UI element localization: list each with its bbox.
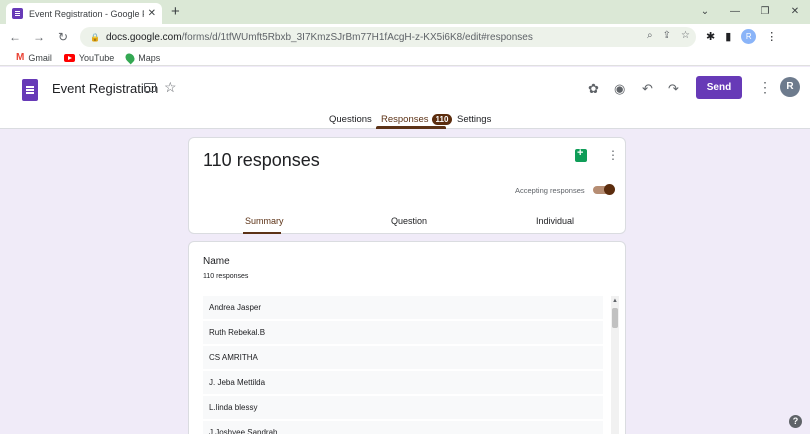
gmail-icon: M: [16, 52, 25, 63]
list-item: J. Jeba Mettilda: [203, 371, 603, 394]
list-item: Ruth Rebekal.B: [203, 321, 603, 344]
question-response-count: 110 responses: [203, 273, 249, 280]
sheets-link-icon[interactable]: [575, 147, 587, 162]
responses-heading: 110 responses: [203, 150, 320, 170]
bookmark-label: Gmail: [28, 52, 52, 63]
subtab-active-indicator: [243, 232, 281, 234]
bookmark-label: Maps: [138, 52, 161, 63]
share-icon[interactable]: ⇪: [663, 30, 671, 41]
forward-icon[interactable]: →: [30, 30, 48, 44]
scroll-thumb[interactable]: [612, 308, 618, 328]
forms-logo-icon[interactable]: [22, 79, 38, 101]
redo-icon[interactable]: ↷: [668, 81, 679, 97]
subtab-question[interactable]: Question: [391, 216, 427, 226]
browser-tab[interactable]: Event Registration - Google Form ✕: [6, 3, 162, 24]
accepting-responses-toggle[interactable]: [593, 184, 615, 195]
forms-header: Event Registration ☆ ✿ ◉ ↶ ↷ Send ⋮ R Qu…: [0, 67, 810, 129]
toggle-knob: [604, 184, 615, 195]
browser-menu-icon[interactable]: ⋮: [766, 30, 777, 43]
bookmark-gmail[interactable]: M Gmail: [16, 52, 52, 63]
tab-title: Event Registration - Google Form: [29, 8, 144, 19]
response-list: Andrea Jasper Ruth Rebekal.B CS AMRITHA …: [203, 296, 603, 434]
window-controls: ⌄ — ❐ ✕: [690, 0, 810, 24]
undo-icon[interactable]: ↶: [642, 81, 653, 97]
youtube-icon: [63, 53, 75, 62]
tab-close-icon[interactable]: ✕: [148, 8, 156, 19]
list-item: CS AMRITHA: [203, 346, 603, 369]
list-item: Andrea Jasper: [203, 296, 603, 319]
form-title[interactable]: Event Registration: [52, 81, 158, 96]
url-path: /forms/d/1tfWUmft5Rbxb_3I7KmzSJrBm77H1fA…: [181, 31, 533, 43]
lock-icon: 🔒: [90, 32, 100, 42]
accepting-responses-label: Accepting responses: [515, 186, 585, 195]
tab-questions[interactable]: Questions: [329, 114, 372, 125]
restore-icon[interactable]: ❐: [750, 0, 780, 24]
scroll-up-icon[interactable]: ▲: [612, 298, 618, 304]
bookmark-label: YouTube: [78, 52, 115, 63]
url-text: docs.google.com/forms/d/1tfWUmft5Rbxb_3I…: [106, 32, 533, 43]
active-tab-indicator: [376, 126, 446, 129]
question-title: Name: [203, 256, 230, 267]
tab-search-icon[interactable]: ⌄: [690, 0, 720, 24]
close-window-icon[interactable]: ✕: [780, 0, 810, 24]
help-icon[interactable]: ?: [789, 415, 802, 428]
minimize-icon[interactable]: —: [720, 0, 750, 24]
new-tab-icon[interactable]: +: [171, 3, 180, 20]
browser-tab-bar: Event Registration - Google Form ✕ + ⌄ —…: [0, 0, 810, 24]
side-panel-icon[interactable]: ▮: [725, 30, 731, 43]
bookmark-youtube[interactable]: YouTube: [63, 52, 115, 63]
browser-profile-avatar[interactable]: R: [741, 29, 757, 44]
send-button[interactable]: Send: [696, 76, 742, 99]
list-item: J.Joshyee Sandrah: [203, 421, 603, 434]
more-options-icon[interactable]: ⋮: [758, 79, 772, 96]
responses-summary-card: 110 responses ⋮ Accepting responses Summ…: [188, 137, 626, 234]
back-icon[interactable]: ←: [6, 30, 24, 44]
list-item: L.linda blessy: [203, 396, 603, 419]
zoom-icon[interactable]: ⌕: [647, 30, 653, 41]
bookmark-star-icon[interactable]: ☆: [681, 30, 690, 41]
url-host: docs.google.com: [105, 31, 182, 43]
forms-favicon-icon: [12, 8, 23, 19]
responses-count-badge: 110: [431, 114, 453, 125]
form-tabs: Questions Responses 110 Settings: [0, 109, 810, 129]
palette-icon[interactable]: ✿: [588, 81, 599, 97]
responses-more-icon[interactable]: ⋮: [607, 148, 619, 162]
omnibox-actions: ⌕ ⇪ ☆: [647, 30, 690, 41]
folder-icon[interactable]: [144, 83, 156, 92]
bookmarks-bar: M Gmail YouTube Maps: [0, 50, 810, 66]
extensions-area: ✱ ▮ R ⋮: [706, 29, 777, 44]
star-icon[interactable]: ☆: [164, 79, 177, 96]
reload-icon[interactable]: ↻: [54, 30, 72, 44]
address-bar: ← → ↻ 🔒 docs.google.com/forms/d/1tfWUmft…: [0, 24, 810, 50]
bookmark-maps[interactable]: Maps: [123, 51, 161, 64]
question-summary-card: Name 110 responses Andrea Jasper Ruth Re…: [188, 241, 626, 434]
url-input[interactable]: 🔒 docs.google.com/forms/d/1tfWUmft5Rbxb_…: [80, 27, 696, 47]
subtab-individual[interactable]: Individual: [536, 216, 574, 226]
account-avatar[interactable]: R: [780, 77, 800, 97]
tab-responses[interactable]: Responses 110: [381, 114, 453, 125]
maps-pin-icon: [123, 51, 137, 64]
tab-settings[interactable]: Settings: [457, 114, 491, 125]
subtab-summary[interactable]: Summary: [245, 216, 284, 226]
tab-responses-label: Responses: [381, 114, 429, 125]
extensions-puzzle-icon[interactable]: ✱: [706, 30, 715, 43]
eye-icon[interactable]: ◉: [614, 81, 625, 97]
response-list-scrollbar[interactable]: ▲: [611, 296, 619, 434]
